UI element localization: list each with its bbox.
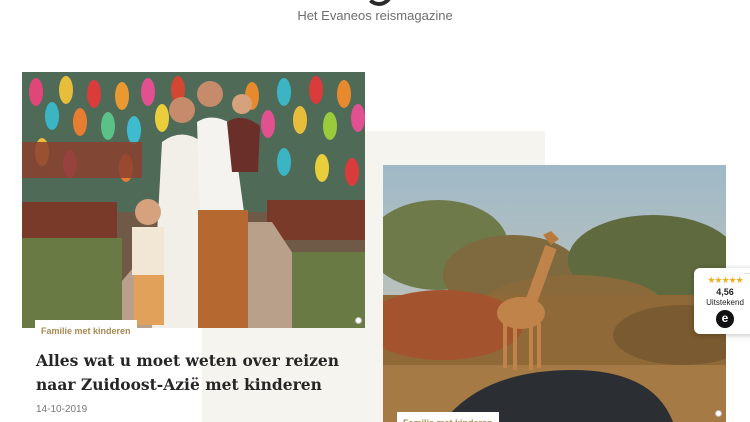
giraffe-photo	[383, 165, 726, 422]
rating-score: 4,56	[716, 287, 734, 297]
family-photo	[22, 72, 365, 328]
site-tagline: Het Evaneos reismagazine	[297, 8, 453, 23]
page: Het Evaneos reismagazine Familie met kin…	[0, 0, 750, 422]
card-2-category-badge[interactable]: Familie met kinderen	[397, 412, 499, 422]
card-1-title[interactable]: Alles wat u moet weten over reizen naar …	[36, 349, 356, 397]
trusted-shops-widget[interactable]: ... ★★★★★ 4,56 Uitstekend	[694, 268, 750, 334]
image-credit-dot[interactable]	[715, 410, 722, 417]
image-credit-dot[interactable]	[355, 317, 362, 324]
rating-stars-icon: ★★★★★	[707, 275, 743, 285]
card-1-category-badge[interactable]: Familie met kinderen	[35, 320, 137, 342]
card-1-date: 14-10-2019	[36, 404, 88, 415]
trusted-shops-logo-icon	[716, 310, 734, 328]
card-1-image[interactable]	[22, 72, 365, 328]
rating-label: Uitstekend	[706, 298, 744, 307]
evaneos-logo-fragment[interactable]	[365, 0, 393, 6]
widget-menu-icon[interactable]: ...	[744, 269, 750, 276]
card-2-image[interactable]	[383, 165, 726, 422]
